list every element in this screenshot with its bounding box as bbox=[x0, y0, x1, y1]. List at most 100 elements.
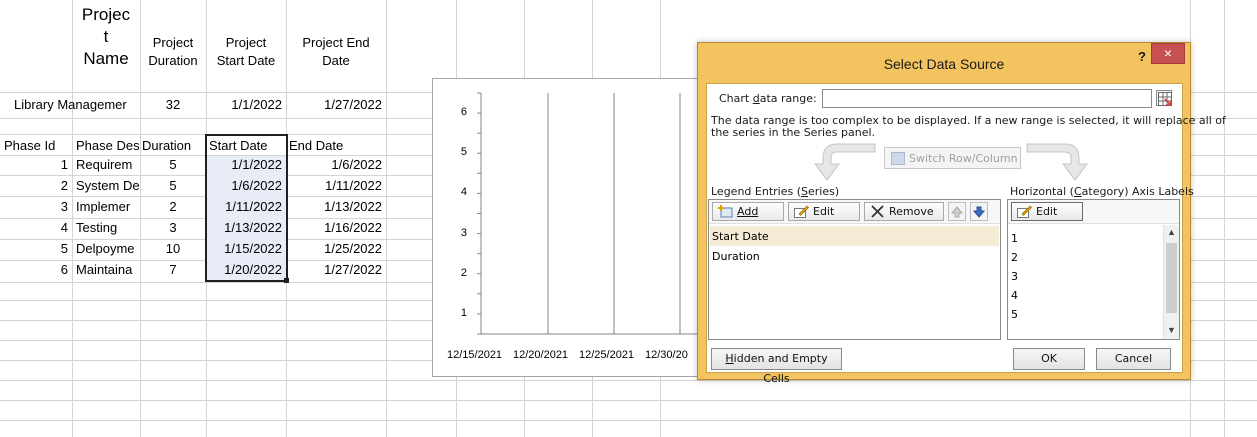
series-item-start-date[interactable]: Start Date bbox=[710, 226, 999, 246]
fill-handle[interactable] bbox=[284, 278, 289, 283]
edit-icon bbox=[1017, 205, 1032, 218]
phase-start-cell[interactable]: 1/6/2022 bbox=[206, 178, 282, 194]
chart-x-tick-label: 12/25/2021 bbox=[579, 349, 635, 361]
phase-start-cell[interactable]: 1/11/2022 bbox=[206, 199, 282, 215]
project-duration-header-line[interactable]: Duration bbox=[140, 53, 206, 69]
remove-series-label: Remove bbox=[889, 205, 934, 218]
project-name-header-line[interactable]: Name bbox=[72, 48, 140, 70]
row-gridline bbox=[0, 420, 1257, 421]
phase-desc-cell[interactable]: Requirem bbox=[76, 157, 140, 173]
help-button[interactable]: ? bbox=[1133, 49, 1151, 69]
scroll-up-icon[interactable]: ▲ bbox=[1166, 227, 1177, 239]
phase-duration-cell[interactable]: 2 bbox=[140, 199, 206, 215]
phase-id-cell[interactable]: 1 bbox=[4, 157, 68, 173]
phase-desc-header[interactable]: Phase Des bbox=[76, 138, 140, 154]
scrollbar-thumb[interactable] bbox=[1166, 243, 1177, 313]
phase-end-cell[interactable]: 1/27/2022 bbox=[286, 262, 382, 278]
legend-toolbar: Add Edit Remove bbox=[709, 200, 1000, 224]
project-end-cell[interactable]: 1/27/2022 bbox=[286, 97, 382, 113]
edit-series-label: Edit bbox=[813, 205, 835, 218]
phase-end-cell[interactable]: 1/16/2022 bbox=[286, 220, 382, 236]
edit-icon bbox=[794, 205, 809, 218]
phase-id-cell[interactable]: 4 bbox=[4, 220, 68, 236]
chart-y-tick-label: 6 bbox=[460, 106, 467, 119]
project-start-header-line[interactable]: Start Date bbox=[206, 53, 286, 69]
phase-duration-cell[interactable]: 5 bbox=[140, 157, 206, 173]
scroll-down-icon[interactable]: ▼ bbox=[1166, 325, 1177, 337]
axis-label-item[interactable]: 1 bbox=[1009, 228, 1178, 248]
phase-id-cell[interactable]: 3 bbox=[4, 199, 68, 215]
row-gridline bbox=[0, 400, 1257, 401]
phase-desc-cell[interactable]: System De bbox=[76, 178, 140, 194]
phase-duration-cell[interactable]: 7 bbox=[140, 262, 206, 278]
phase-id-cell[interactable]: 5 bbox=[4, 241, 68, 257]
phase-start-header[interactable]: Start Date bbox=[209, 138, 286, 154]
axis-labels-panel: Edit 1 2 3 4 5 ▲ ▼ bbox=[1007, 199, 1180, 340]
phase-id-cell[interactable]: 6 bbox=[4, 262, 68, 278]
ok-button[interactable]: OK bbox=[1013, 348, 1085, 370]
chart-plot bbox=[477, 92, 701, 335]
phase-start-cell[interactable]: 1/15/2022 bbox=[206, 241, 282, 257]
left-curved-arrow-icon bbox=[814, 143, 876, 181]
phase-desc-cell[interactable]: Delpoyme bbox=[76, 241, 140, 257]
chart-y-tick-label: 5 bbox=[460, 146, 467, 159]
axis-labels-scrollbar[interactable]: ▲ ▼ bbox=[1163, 225, 1179, 339]
chart-data-range-input[interactable] bbox=[822, 89, 1152, 108]
chart-y-tick-label: 2 bbox=[460, 266, 467, 279]
edit-series-button[interactable]: Edit bbox=[788, 202, 860, 221]
project-name-header-line[interactable]: t bbox=[72, 26, 140, 48]
close-button[interactable]: × bbox=[1151, 43, 1185, 64]
axis-label-item[interactable]: 2 bbox=[1009, 247, 1178, 267]
edit-axis-labels-button[interactable]: Edit bbox=[1011, 202, 1083, 221]
phase-end-cell[interactable]: 1/25/2022 bbox=[286, 241, 382, 257]
phase-start-cell[interactable]: 1/1/2022 bbox=[206, 157, 282, 173]
phase-end-cell[interactable]: 1/6/2022 bbox=[286, 157, 382, 173]
phase-end-header[interactable]: End Date bbox=[289, 138, 386, 154]
range-collapse-icon[interactable] bbox=[1156, 90, 1172, 106]
move-down-button[interactable] bbox=[970, 202, 988, 221]
chart-x-tick-label: 12/15/2021 bbox=[447, 349, 503, 361]
phase-duration-cell[interactable]: 3 bbox=[140, 220, 206, 236]
axis-label-item[interactable]: 5 bbox=[1009, 304, 1178, 324]
phase-start-cell[interactable]: 1/20/2022 bbox=[206, 262, 282, 278]
range-picker-icon bbox=[1158, 92, 1172, 106]
phase-duration-header[interactable]: Duration bbox=[142, 138, 206, 154]
project-duration-header-line[interactable]: Project bbox=[140, 35, 206, 51]
select-data-source-dialog[interactable]: Select Data Source ? × Chart data range:… bbox=[697, 42, 1226, 385]
phase-desc-cell[interactable]: Maintaina bbox=[76, 262, 140, 278]
axis-label-item[interactable]: 4 bbox=[1009, 285, 1178, 305]
project-end-header-line[interactable]: Date bbox=[286, 53, 386, 69]
project-start-header-line[interactable]: Project bbox=[206, 35, 286, 51]
project-start-cell[interactable]: 1/1/2022 bbox=[206, 97, 282, 113]
axis-label-item[interactable]: 3 bbox=[1009, 266, 1178, 286]
project-end-header-line[interactable]: Project End bbox=[286, 35, 386, 51]
chart-y-tick-label: 1 bbox=[460, 306, 467, 319]
add-series-button[interactable]: Add bbox=[712, 202, 784, 221]
project-name-header-line[interactable]: Projec bbox=[72, 4, 140, 26]
project-name-cell[interactable]: Library Managemer bbox=[14, 97, 140, 113]
project-duration-cell[interactable]: 32 bbox=[140, 97, 206, 113]
phase-desc-cell[interactable]: Testing bbox=[76, 220, 140, 236]
chart-x-tick-label: 12/30/20 bbox=[645, 349, 688, 361]
phase-end-cell[interactable]: 1/13/2022 bbox=[286, 199, 382, 215]
dialog-titlebar[interactable]: Select Data Source ? × bbox=[698, 43, 1190, 83]
phase-desc-cell[interactable]: Implemer bbox=[76, 199, 140, 215]
phase-start-cell[interactable]: 1/13/2022 bbox=[206, 220, 282, 236]
phase-duration-cell[interactable]: 5 bbox=[140, 178, 206, 194]
chart-area[interactable]: 6 5 4 3 2 1 12/15/2021 12/20/2021 12/25/2021 12/3… bbox=[432, 78, 702, 377]
right-curved-arrow-icon bbox=[1026, 143, 1088, 181]
phase-end-cell[interactable]: 1/11/2022 bbox=[286, 178, 382, 194]
remove-series-button[interactable]: Remove bbox=[864, 202, 944, 221]
chart-y-tick-label: 4 bbox=[460, 186, 467, 199]
phase-id-cell[interactable]: 2 bbox=[4, 178, 68, 194]
phase-duration-cell[interactable]: 10 bbox=[140, 241, 206, 257]
move-up-button[interactable] bbox=[948, 202, 966, 221]
series-item-duration[interactable]: Duration bbox=[710, 246, 999, 266]
hidden-empty-cells-button[interactable]: Hidden and Empty Cells bbox=[711, 348, 842, 385]
chart-y-tick-label: 3 bbox=[460, 226, 467, 239]
cancel-button[interactable]: Cancel bbox=[1096, 348, 1171, 370]
legend-entries-panel: Add Edit Remove Start Date Duration bbox=[708, 199, 1001, 340]
add-series-label: Add bbox=[737, 205, 759, 218]
phase-id-header[interactable]: Phase Id bbox=[4, 138, 72, 154]
switch-row-column-button[interactable]: Switch Row/Column bbox=[884, 147, 1021, 169]
